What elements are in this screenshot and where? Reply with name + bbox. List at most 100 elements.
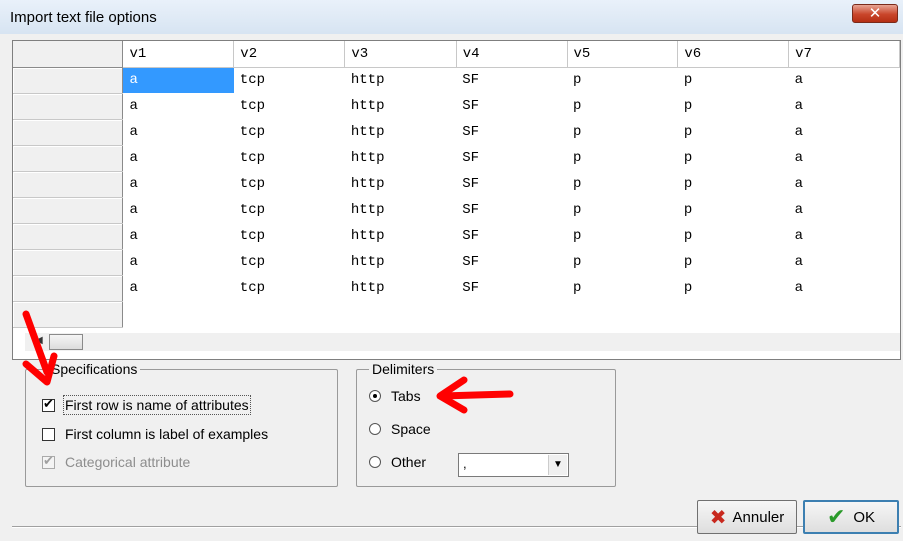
grid-cell[interactable]: SF bbox=[456, 67, 567, 93]
grid-cell[interactable]: http bbox=[345, 171, 456, 197]
column-header[interactable]: v5 bbox=[567, 41, 679, 68]
grid-cell[interactable]: tcp bbox=[234, 119, 345, 145]
column-header[interactable]: v6 bbox=[677, 41, 790, 68]
grid-cell[interactable] bbox=[345, 301, 456, 327]
grid-cell[interactable]: a bbox=[123, 93, 234, 119]
close-button[interactable]: ✕ bbox=[852, 4, 898, 23]
grid-cell[interactable]: tcp bbox=[234, 197, 345, 223]
grid-cell[interactable]: a bbox=[789, 249, 900, 275]
grid-cell[interactable]: a bbox=[123, 249, 234, 275]
grid-cell[interactable]: p bbox=[567, 223, 678, 249]
grid-cell[interactable] bbox=[567, 301, 678, 327]
cancel-button[interactable]: ✖ Annuler bbox=[697, 500, 797, 534]
space-radio[interactable] bbox=[369, 423, 381, 435]
grid-cell[interactable]: p bbox=[678, 67, 789, 93]
first-col-labels-checkbox[interactable] bbox=[42, 428, 55, 441]
grid-cell[interactable]: a bbox=[122, 67, 234, 93]
row-header[interactable] bbox=[13, 275, 124, 302]
grid-cell[interactable]: SF bbox=[456, 223, 567, 249]
grid-cell[interactable]: p bbox=[567, 93, 678, 119]
row-header[interactable] bbox=[13, 171, 124, 198]
column-header[interactable]: v1 bbox=[122, 41, 235, 68]
grid-cell[interactable]: http bbox=[345, 197, 456, 223]
grid-cell[interactable] bbox=[678, 301, 789, 327]
grid-cell[interactable]: tcp bbox=[234, 275, 345, 301]
grid-cell[interactable]: p bbox=[567, 145, 678, 171]
grid-cell[interactable]: http bbox=[345, 275, 456, 301]
row-header[interactable] bbox=[13, 197, 124, 224]
grid-cell[interactable]: SF bbox=[456, 275, 567, 301]
grid-cell[interactable]: p bbox=[567, 197, 678, 223]
grid-cell[interactable]: p bbox=[567, 275, 678, 301]
grid-cell[interactable]: a bbox=[789, 197, 900, 223]
grid-cell[interactable]: p bbox=[678, 275, 789, 301]
grid-cell[interactable]: p bbox=[678, 223, 789, 249]
grid-cell[interactable] bbox=[456, 301, 567, 327]
ok-button[interactable]: ✔ OK bbox=[803, 500, 899, 534]
grid-cell[interactable]: p bbox=[678, 119, 789, 145]
row-header[interactable] bbox=[13, 249, 124, 276]
grid-cell[interactable]: p bbox=[678, 93, 789, 119]
grid-cell[interactable]: a bbox=[123, 223, 234, 249]
grid-cell[interactable]: p bbox=[567, 67, 678, 93]
grid-cell[interactable]: SF bbox=[456, 171, 567, 197]
grid-cell[interactable]: a bbox=[789, 93, 900, 119]
grid-cell[interactable]: http bbox=[345, 145, 456, 171]
grid-cell[interactable]: tcp bbox=[234, 67, 345, 93]
grid-cell[interactable]: tcp bbox=[234, 93, 345, 119]
column-header[interactable]: v4 bbox=[456, 41, 568, 68]
grid-cell[interactable]: http bbox=[345, 67, 456, 93]
row-header[interactable] bbox=[13, 223, 124, 250]
grid-cell[interactable]: tcp bbox=[234, 171, 345, 197]
row-header[interactable] bbox=[13, 119, 124, 146]
other-radio[interactable] bbox=[369, 456, 381, 468]
data-grid[interactable]: v1 v2 v3 v4 v5 v6 v7 a tcp http SF p p a a tcp http SF p p a… bbox=[12, 40, 901, 360]
grid-cell[interactable]: a bbox=[789, 223, 900, 249]
grid-cell[interactable]: p bbox=[678, 197, 789, 223]
grid-cell[interactable]: p bbox=[678, 249, 789, 275]
grid-cell[interactable]: http bbox=[345, 223, 456, 249]
first-row-names-checkbox[interactable] bbox=[42, 396, 55, 412]
grid-cell[interactable] bbox=[789, 301, 900, 327]
grid-cell[interactable]: p bbox=[567, 171, 678, 197]
grid-cell[interactable]: SF bbox=[456, 119, 567, 145]
grid-cell[interactable]: a bbox=[789, 67, 900, 93]
other-option[interactable]: Other bbox=[369, 454, 426, 470]
grid-cell[interactable]: a bbox=[123, 119, 234, 145]
grid-cell[interactable] bbox=[234, 301, 345, 327]
grid-cell[interactable] bbox=[123, 301, 234, 327]
grid-cell[interactable]: a bbox=[789, 119, 900, 145]
grid-cell[interactable]: a bbox=[123, 171, 234, 197]
grid-cell[interactable]: a bbox=[789, 145, 900, 171]
tabs-option[interactable]: Tabs bbox=[369, 388, 421, 404]
grid-cell[interactable]: p bbox=[678, 145, 789, 171]
grid-cell[interactable]: tcp bbox=[234, 145, 345, 171]
grid-cell[interactable]: a bbox=[789, 171, 900, 197]
column-header[interactable]: v2 bbox=[233, 41, 346, 68]
grid-cell[interactable]: tcp bbox=[234, 249, 345, 275]
grid-cell[interactable]: a bbox=[123, 197, 234, 223]
grid-cell[interactable]: a bbox=[789, 275, 900, 301]
horizontal-scrollbar[interactable]: ◀ ▶ bbox=[25, 333, 900, 351]
grid-cell[interactable]: http bbox=[345, 93, 456, 119]
grid-cell[interactable]: SF bbox=[456, 145, 567, 171]
grid-cell[interactable]: a bbox=[123, 275, 234, 301]
other-delimiter-select[interactable]: , ▼ bbox=[458, 453, 569, 477]
tabs-radio[interactable] bbox=[369, 390, 381, 402]
grid-cell[interactable]: p bbox=[567, 119, 678, 145]
grid-cell[interactable]: p bbox=[678, 171, 789, 197]
column-header[interactable]: v3 bbox=[344, 41, 457, 68]
row-header[interactable] bbox=[13, 93, 124, 120]
grid-cell[interactable]: SF bbox=[456, 249, 567, 275]
first-col-labels-option[interactable]: First column is label of examples bbox=[42, 426, 268, 442]
row-header[interactable] bbox=[13, 67, 124, 94]
grid-cell[interactable]: p bbox=[567, 249, 678, 275]
grid-cell[interactable]: SF bbox=[456, 93, 567, 119]
space-option[interactable]: Space bbox=[369, 421, 431, 437]
grid-cell[interactable]: SF bbox=[456, 197, 567, 223]
grid-cell[interactable]: tcp bbox=[234, 223, 345, 249]
first-row-names-option[interactable]: First row is name of attributes bbox=[42, 395, 251, 415]
grid-cell[interactable]: http bbox=[345, 249, 456, 275]
grid-cell[interactable]: a bbox=[123, 145, 234, 171]
row-header[interactable] bbox=[13, 145, 124, 172]
